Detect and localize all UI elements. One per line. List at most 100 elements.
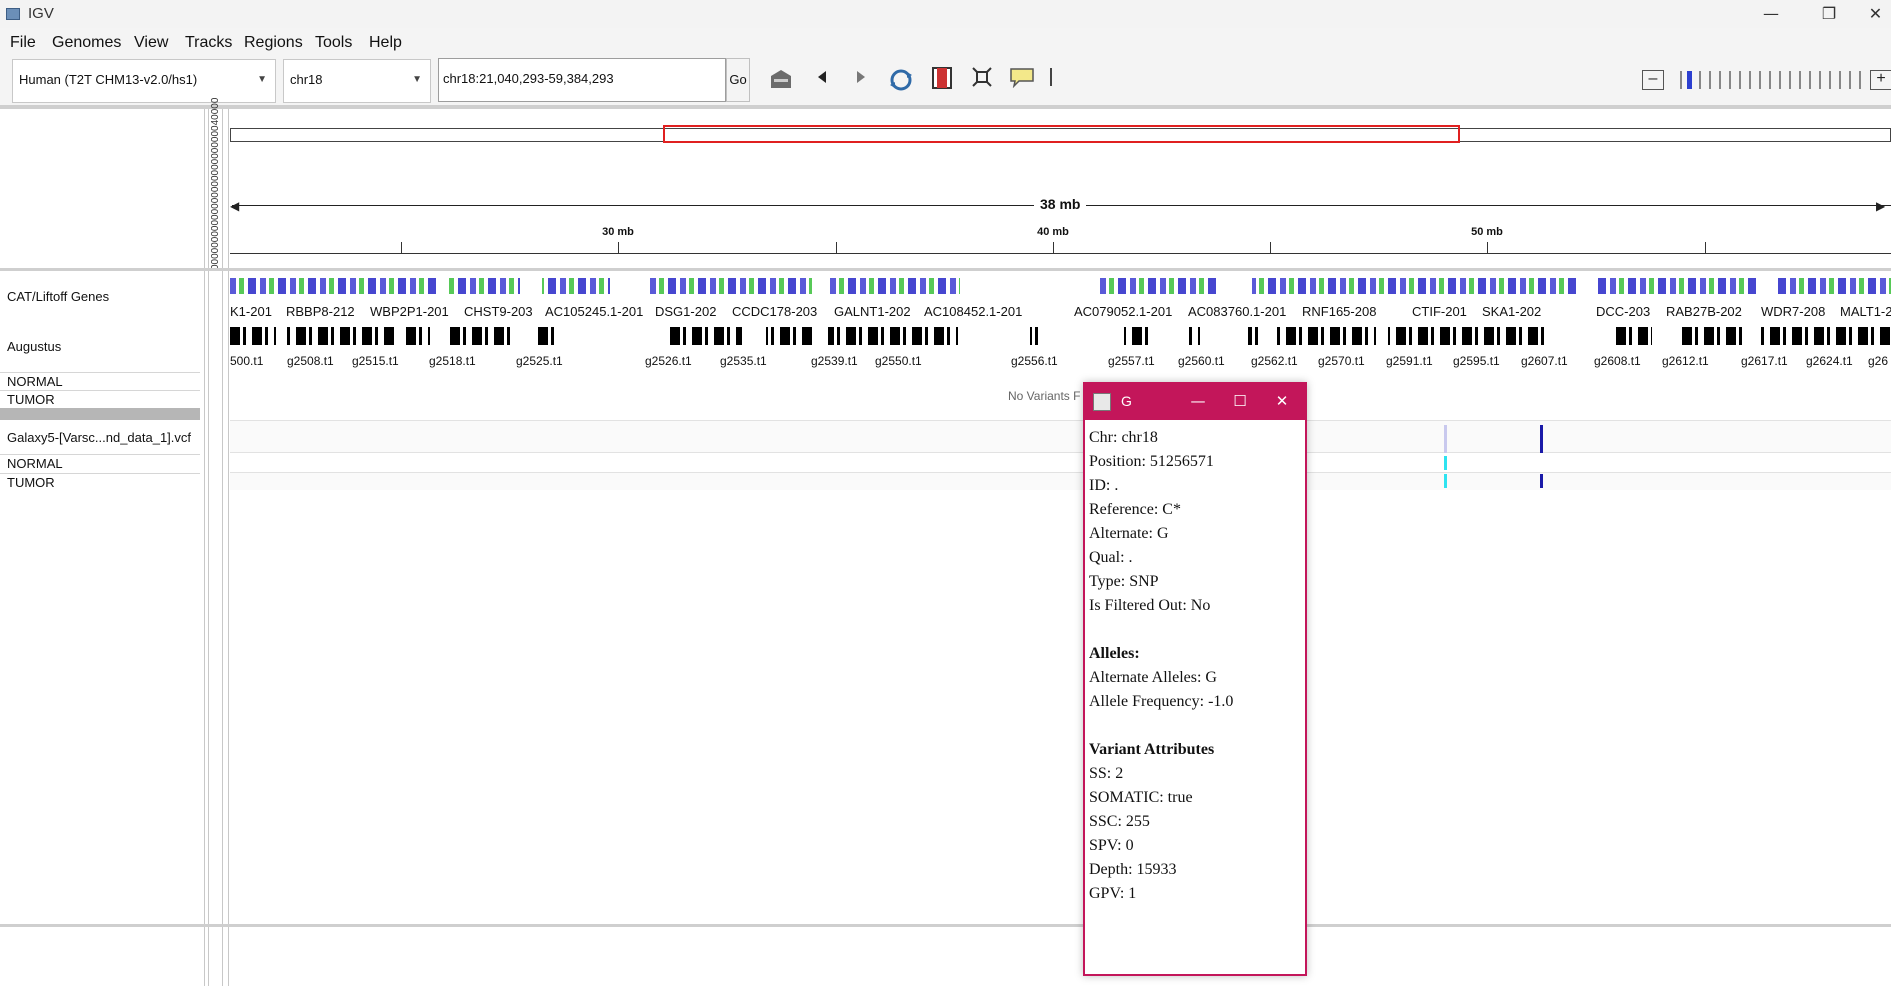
vcf-tumor-genotype-band[interactable] <box>230 472 1891 490</box>
gene-label[interactable]: CTIF-201 <box>1412 304 1467 319</box>
refresh-icon[interactable] <box>886 66 916 96</box>
forward-arrow-icon[interactable] <box>846 66 876 96</box>
sample-row-tumor[interactable]: TUMOR <box>0 390 200 408</box>
track-name-vcf[interactable]: Galaxy5-[Varsc...nd_data_1].vcf <box>7 430 191 445</box>
gene-label[interactable]: SKA1-202 <box>1482 304 1541 319</box>
gene-label[interactable]: RAB27B-202 <box>1666 304 1742 319</box>
augustus-label[interactable]: g2508.t1 <box>287 354 334 368</box>
augustus-label[interactable]: g2612.t1 <box>1662 354 1709 368</box>
zoom-level-tick[interactable] <box>1799 71 1801 89</box>
augustus-label[interactable]: g2562.t1 <box>1251 354 1298 368</box>
locus-input[interactable]: chr18:21,040,293-59,384,293 <box>438 58 726 102</box>
popup-title-bar[interactable]: G — ☐ ✕ <box>1085 384 1305 420</box>
augustus-label[interactable]: g2518.t1 <box>429 354 476 368</box>
zoom-level-tick[interactable] <box>1729 71 1731 89</box>
variant-popup-window[interactable]: G — ☐ ✕ Chr: chr18 Position: 51256571 ID: … <box>1083 382 1307 976</box>
chromosome-dropdown[interactable]: chr18 ▼ <box>283 59 431 103</box>
home-icon[interactable] <box>766 66 796 96</box>
zoom-level-tick[interactable] <box>1759 71 1761 89</box>
vcf-variant-band[interactable] <box>230 420 1891 452</box>
zoom-level-tick[interactable] <box>1719 71 1721 89</box>
zoom-widget[interactable]: – + <box>1642 68 1891 94</box>
zoom-level-tick[interactable] <box>1829 71 1831 89</box>
tumor-genotype-marker[interactable] <box>1540 474 1543 488</box>
augustus-label[interactable]: g2535.t1 <box>720 354 767 368</box>
menu-genomes[interactable]: Genomes <box>52 34 121 52</box>
augustus-label[interactable]: g2608.t1 <box>1594 354 1641 368</box>
zoom-level-tick[interactable] <box>1789 71 1791 89</box>
augustus-label[interactable]: g2624.t1 <box>1806 354 1853 368</box>
augustus-label[interactable]: g2570.t1 <box>1318 354 1365 368</box>
go-button[interactable]: Go <box>726 58 750 102</box>
menu-file[interactable]: File <box>10 34 36 52</box>
gene-label[interactable]: RBBP8-212 <box>286 304 355 319</box>
gene-label[interactable]: AC105245.1-201 <box>545 304 643 319</box>
sample-row-normal[interactable]: NORMAL <box>0 372 200 390</box>
zoom-level-tick[interactable] <box>1779 71 1781 89</box>
zoom-current-level[interactable] <box>1687 71 1692 89</box>
augustus-label[interactable]: g2526.t1 <box>645 354 692 368</box>
data-panel-bottom-border[interactable] <box>0 924 1891 927</box>
zoom-level-tick[interactable] <box>1819 71 1821 89</box>
gene-label[interactable]: DSG1-202 <box>655 304 716 319</box>
zoom-level-tick[interactable] <box>1680 71 1682 89</box>
augustus-label[interactable]: g2595.t1 <box>1453 354 1500 368</box>
gene-label[interactable]: K1-201 <box>230 304 272 319</box>
augustus-label[interactable]: g2607.t1 <box>1521 354 1568 368</box>
augustus-label[interactable]: 500.t1 <box>230 354 263 368</box>
gene-label[interactable]: MALT1-2 <box>1840 304 1891 319</box>
tumor-genotype-marker[interactable] <box>1444 474 1447 488</box>
menu-view[interactable]: View <box>134 34 168 52</box>
zoom-level-tick[interactable] <box>1839 71 1841 89</box>
vcf-normal-genotype-band[interactable] <box>230 452 1891 472</box>
close-button[interactable]: ✕ <box>1860 0 1891 28</box>
gene-label[interactable]: CCDC178-203 <box>732 304 817 319</box>
zoom-level-tick[interactable] <box>1859 71 1861 89</box>
attribute-panel-divider[interactable] <box>222 106 223 986</box>
augustus-label[interactable]: g2557.t1 <box>1108 354 1155 368</box>
augustus-label[interactable]: g2550.t1 <box>875 354 922 368</box>
zoom-level-tick[interactable] <box>1699 71 1701 89</box>
menu-help[interactable]: Help <box>369 34 402 52</box>
zoom-level-tick[interactable] <box>1849 71 1851 89</box>
track-name-augustus[interactable]: Augustus <box>7 339 61 354</box>
restore-button[interactable]: ❐ <box>1806 0 1852 28</box>
zoom-level-tick[interactable] <box>1809 71 1811 89</box>
vcf-sample-row-normal[interactable]: NORMAL <box>0 454 200 472</box>
popup-info-icon[interactable] <box>1007 66 1037 96</box>
genome-dropdown[interactable]: Human (T2T CHM13-v2.0/hs1) ▼ <box>12 59 276 103</box>
zoom-level-tick[interactable] <box>1769 71 1771 89</box>
back-arrow-icon[interactable] <box>807 66 837 96</box>
augustus-label[interactable]: g2539.t1 <box>811 354 858 368</box>
name-panel-divider[interactable] <box>204 106 205 986</box>
zoom-level-tick[interactable] <box>1749 71 1751 89</box>
zoom-out-button[interactable]: – <box>1642 70 1664 90</box>
vcf-sample-row-tumor[interactable]: TUMOR <box>0 473 200 491</box>
minimize-button[interactable]: — <box>1748 0 1794 28</box>
menu-tracks[interactable]: Tracks <box>185 34 232 52</box>
gene-label[interactable]: AC108452.1-201 <box>924 304 1022 319</box>
variant-marker[interactable] <box>1540 425 1543 453</box>
augustus-label[interactable]: g2515.t1 <box>352 354 399 368</box>
augustus-label[interactable]: g2556.t1 <box>1011 354 1058 368</box>
zoom-level-tick[interactable] <box>1739 71 1741 89</box>
popup-close-button[interactable]: ✕ <box>1265 388 1299 414</box>
track-name-cat-liftoff[interactable]: CAT/Liftoff Genes <box>7 289 109 304</box>
gene-label[interactable]: CHST9-203 <box>464 304 533 319</box>
menu-regions[interactable]: Regions <box>244 34 303 52</box>
zoom-level-tick[interactable] <box>1709 71 1711 89</box>
menu-tools[interactable]: Tools <box>315 34 352 52</box>
augustus-label[interactable]: g2591.t1 <box>1386 354 1433 368</box>
augustus-label[interactable]: g26 <box>1868 354 1888 368</box>
gene-label[interactable]: WDR7-208 <box>1761 304 1825 319</box>
gene-label[interactable]: GALNT1-202 <box>834 304 911 319</box>
region-of-interest-icon[interactable] <box>927 66 957 96</box>
gene-label[interactable]: WBP2P1-201 <box>370 304 449 319</box>
ruler-axis[interactable] <box>230 253 1891 254</box>
resize-to-window-icon[interactable] <box>967 66 997 96</box>
gene-label[interactable]: AC083760.1-201 <box>1188 304 1286 319</box>
gene-label[interactable]: AC079052.1-201 <box>1074 304 1172 319</box>
augustus-label[interactable]: g2617.t1 <box>1741 354 1788 368</box>
popup-maximize-button[interactable]: ☐ <box>1223 388 1257 414</box>
augustus-label[interactable]: g2525.t1 <box>516 354 563 368</box>
